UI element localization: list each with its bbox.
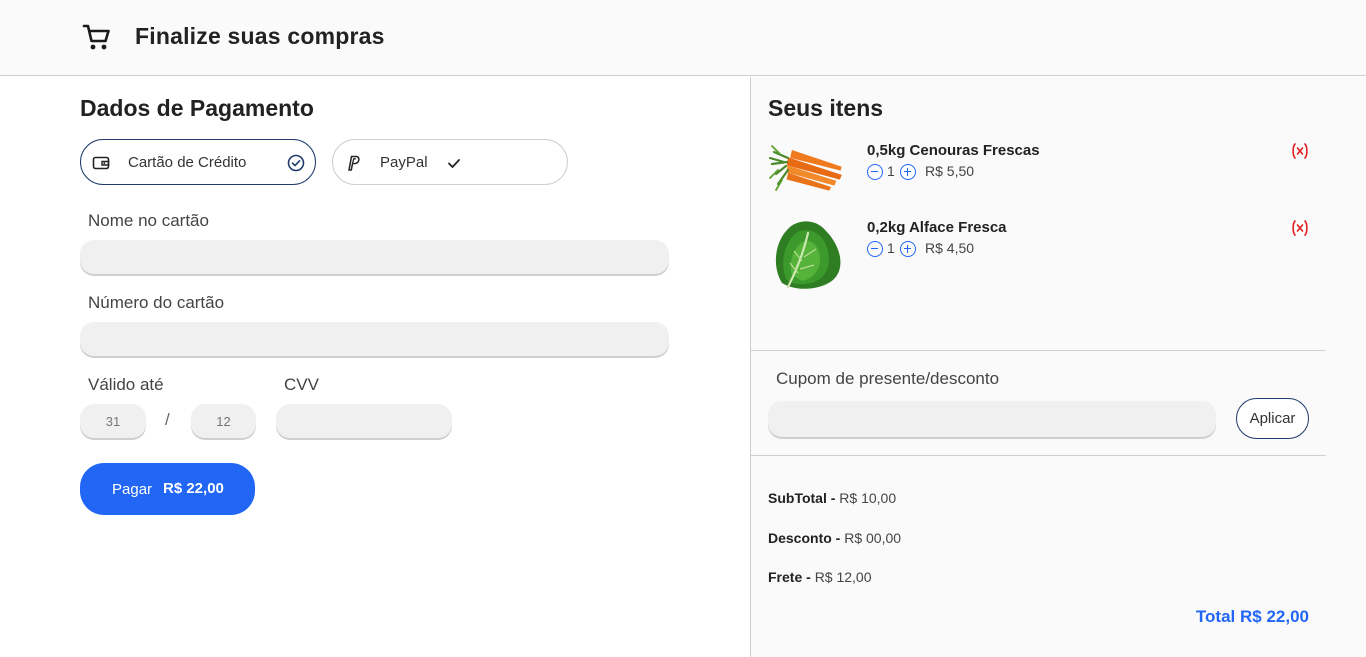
pay-button-label: Pagar bbox=[112, 481, 153, 498]
check-icon bbox=[448, 159, 460, 168]
decrease-quantity-button[interactable] bbox=[867, 241, 883, 257]
item-price: R$ 5,50 bbox=[925, 163, 975, 179]
shipping-label: Frete - bbox=[768, 569, 811, 585]
discount-value: R$ 00,00 bbox=[844, 530, 902, 546]
payment-panel: Dados de Pagamento Cartão de Crédito Pay… bbox=[0, 77, 750, 657]
header-bar: Finalize suas compras bbox=[0, 0, 1366, 76]
payment-method-label: PayPal bbox=[380, 154, 428, 171]
cart-icon bbox=[82, 24, 110, 50]
discount-label: Desconto - bbox=[768, 530, 841, 546]
expiry-month-input[interactable] bbox=[191, 404, 256, 438]
remove-item-icon[interactable] bbox=[1290, 219, 1310, 237]
pay-button[interactable]: Pagar R$ 22,00 bbox=[80, 463, 255, 515]
cart-title: Seus itens bbox=[768, 95, 884, 121]
coupon-label: Cupom de presente/desconto bbox=[776, 369, 1000, 388]
cvv-label: CVV bbox=[284, 375, 319, 394]
shipping-row: Frete - R$ 12,00 bbox=[768, 569, 872, 585]
order-total: Total R$ 22,00 bbox=[1195, 607, 1309, 626]
expiry-day-input[interactable] bbox=[80, 404, 146, 438]
page-title: Finalize suas compras bbox=[135, 23, 385, 49]
cart-item: 0,5kg Cenouras Frescas 1 R$ 5,50 bbox=[768, 140, 1328, 220]
check-circle-icon bbox=[287, 154, 305, 172]
subtotal-value: R$ 10,00 bbox=[839, 490, 897, 506]
item-name: 0,2kg Alface Fresca bbox=[867, 219, 1007, 236]
decrease-quantity-button[interactable] bbox=[867, 164, 883, 180]
card-name-label: Nome no cartão bbox=[88, 211, 209, 230]
item-quantity: 1 bbox=[887, 163, 895, 179]
remove-item-icon[interactable] bbox=[1290, 142, 1310, 160]
card-name-input[interactable] bbox=[80, 240, 669, 274]
paypal-icon bbox=[348, 155, 360, 171]
discount-row: Desconto - R$ 00,00 bbox=[768, 530, 901, 546]
item-name: 0,5kg Cenouras Frescas bbox=[867, 142, 1040, 159]
increase-quantity-button[interactable] bbox=[900, 164, 916, 180]
shipping-value: R$ 12,00 bbox=[814, 569, 872, 585]
valid-until-label: Válido até bbox=[88, 375, 164, 394]
divider bbox=[751, 455, 1326, 456]
payment-title: Dados de Pagamento bbox=[80, 95, 314, 121]
card-number-label: Número do cartão bbox=[88, 293, 225, 312]
cart-panel: Seus itens 0,5kg Cenouras Frescas 1 R$ 5… bbox=[750, 77, 1366, 657]
payment-method-credit-card[interactable]: Cartão de Crédito bbox=[80, 139, 316, 185]
card-number-input[interactable] bbox=[80, 322, 669, 356]
wallet-icon bbox=[92, 156, 110, 170]
increase-quantity-button[interactable] bbox=[900, 241, 916, 257]
item-quantity: 1 bbox=[887, 240, 895, 256]
item-price: R$ 4,50 bbox=[925, 240, 975, 256]
payment-method-label: Cartão de Crédito bbox=[128, 154, 247, 171]
payment-method-paypal[interactable]: PayPal bbox=[332, 139, 568, 185]
cart-item: 0,2kg Alface Fresca 1 R$ 4,50 bbox=[768, 217, 1328, 297]
apply-coupon-button[interactable]: Aplicar bbox=[1236, 398, 1309, 439]
carrots-image bbox=[768, 145, 842, 191]
cvv-input[interactable] bbox=[276, 404, 452, 438]
coupon-input[interactable] bbox=[768, 401, 1216, 437]
subtotal-row: SubTotal - R$ 10,00 bbox=[768, 490, 896, 506]
pay-button-amount: R$ 22,00 bbox=[163, 480, 224, 497]
expiry-separator: / bbox=[165, 410, 170, 429]
divider bbox=[751, 350, 1326, 351]
subtotal-label: SubTotal - bbox=[768, 490, 836, 506]
lettuce-image bbox=[775, 221, 841, 289]
